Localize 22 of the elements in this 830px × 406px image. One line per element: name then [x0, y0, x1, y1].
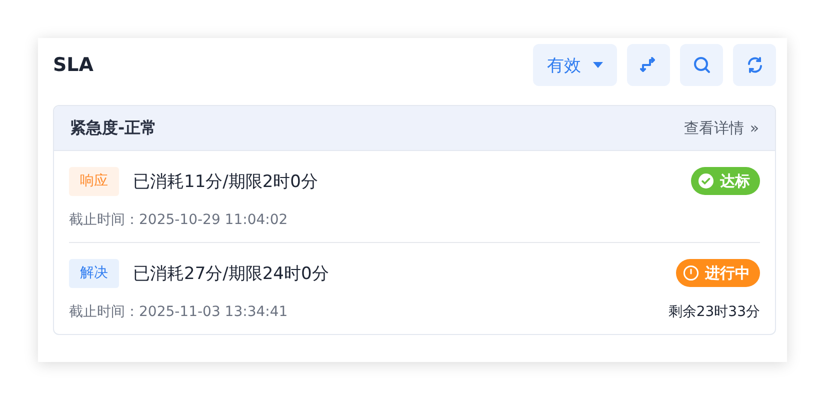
check-circle-icon [698, 173, 714, 189]
remaining-text: 剩余23时33分 [668, 303, 760, 321]
type-tag: 解决 [69, 258, 119, 288]
swap-icon [640, 56, 658, 74]
refresh-button[interactable] [733, 44, 776, 86]
deadline-text: 截止时间：2025-11-03 13:34:41 [69, 303, 288, 321]
type-tag: 响应 [69, 166, 119, 196]
elapsed-text: 已消耗27分/期限24时0分 [133, 262, 330, 284]
section-title: 紧急度-正常 [70, 118, 158, 138]
card-title: SLA [53, 54, 94, 76]
elapsed-text: 已消耗11分/期限2时0分 [133, 170, 319, 192]
status-badge: 进行中 [676, 259, 760, 287]
view-details-link[interactable]: 查看详情 » [684, 118, 759, 138]
filter-dropdown[interactable]: 有效 [533, 44, 617, 86]
clock-icon [683, 265, 699, 281]
swap-button[interactable] [627, 44, 670, 86]
refresh-icon [746, 56, 764, 74]
caret-icon [593, 62, 603, 68]
status-badge: 达标 [691, 167, 760, 195]
search-button[interactable] [680, 44, 723, 86]
deadline-text: 截止时间：2025-10-29 11:04:02 [69, 211, 288, 229]
search-icon [692, 56, 710, 74]
